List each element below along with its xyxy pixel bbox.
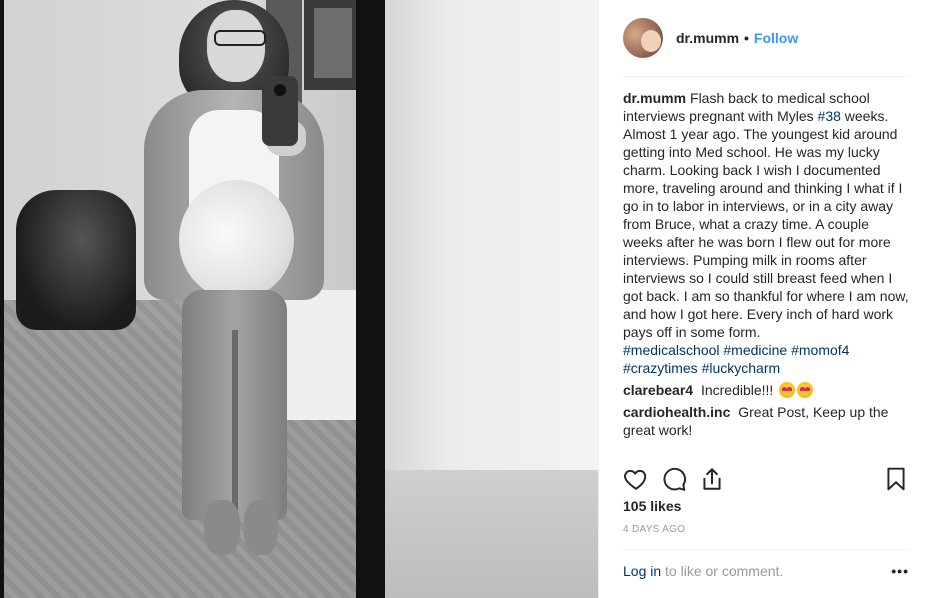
likes-count[interactable]: 105 likes (623, 498, 681, 514)
login-prompt-text: to like or comment. (661, 563, 784, 579)
comments-list[interactable]: dr.mumm Flash back to medical school inte… (623, 89, 911, 451)
post-modal: dr.mumm • Follow dr.mumm Flash back to me… (0, 0, 929, 598)
heart-icon (624, 469, 647, 490)
comment-bubble-icon (663, 467, 686, 491)
heart-eyes-emoji-icon (797, 382, 814, 398)
hashtag-link[interactable]: #crazytimes (623, 360, 698, 376)
separator-dot: • (744, 30, 749, 46)
header-username[interactable]: dr.mumm (676, 30, 739, 46)
avatar[interactable] (623, 18, 663, 58)
login-link[interactable]: Log in (623, 563, 661, 579)
hashtag-link[interactable]: #medicine (723, 342, 787, 358)
comment-partially-hidden (623, 445, 911, 451)
hashtag-link[interactable]: #luckycharm (702, 360, 781, 376)
share-button[interactable] (699, 466, 725, 492)
wall-art-inner (314, 8, 352, 78)
person-face (207, 10, 265, 82)
armchair (16, 190, 136, 330)
photo-floor-right (385, 470, 598, 598)
comment-text: Incredible!!! (700, 382, 774, 398)
caption-text-2: weeks. Almost 1 year ago. The youngest k… (623, 108, 909, 340)
post-photo[interactable] (0, 0, 598, 598)
header-divider (623, 76, 909, 77)
post-side-panel: dr.mumm • Follow dr.mumm Flash back to me… (598, 0, 929, 598)
share-icon (703, 468, 721, 490)
glasses (214, 30, 266, 46)
pregnant-belly (179, 180, 294, 300)
mirror-frame (0, 0, 385, 598)
shoe-left (204, 500, 240, 555)
comment: cardiohealth.inc Great Post, Keep up the… (623, 403, 911, 439)
avatar-baby (641, 30, 661, 52)
like-button[interactable] (623, 466, 649, 492)
mirror-reflection (4, 0, 356, 598)
phone-camera (274, 84, 286, 96)
save-button[interactable] (883, 466, 909, 492)
caption-username[interactable]: dr.mumm (623, 90, 686, 106)
post-header: dr.mumm • Follow (599, 0, 929, 76)
comment-username[interactable]: cardiohealth.inc (623, 404, 730, 420)
follow-button[interactable]: Follow (754, 30, 798, 46)
caption: dr.mumm Flash back to medical school inte… (623, 89, 911, 377)
comment: clarebear4 Incredible!!! (623, 381, 911, 399)
leg-split (232, 330, 238, 520)
hashtag-link[interactable]: #momof4 (791, 342, 849, 358)
comment-username[interactable]: clarebear4 (623, 382, 693, 398)
post-timestamp[interactable]: 4 DAYS AGO (623, 524, 685, 535)
login-prompt: Log in to like or comment. ••• (623, 563, 909, 583)
bookmark-icon (887, 467, 905, 491)
comment-button[interactable] (661, 466, 687, 492)
hashtag-link[interactable]: #38 (818, 108, 841, 124)
heart-eyes-emoji-icon (779, 382, 796, 398)
shoe-right (244, 500, 278, 555)
more-options-icon[interactable]: ••• (891, 563, 909, 579)
footer-divider (623, 549, 909, 550)
action-bar (623, 462, 909, 498)
hashtag-link[interactable]: #medicalschool (623, 342, 720, 358)
